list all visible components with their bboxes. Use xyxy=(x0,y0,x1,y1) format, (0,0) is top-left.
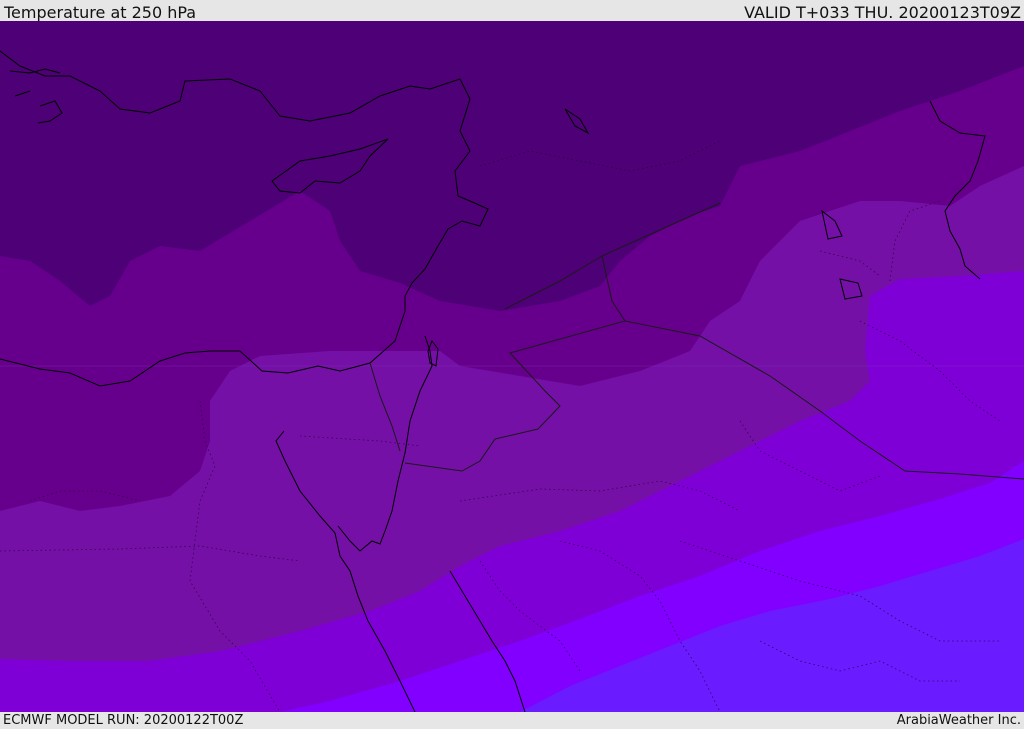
footer-bar: ECMWF MODEL RUN: 20200122T00Z ArabiaWeat… xyxy=(0,712,1024,729)
credit-label: ArabiaWeather Inc. xyxy=(896,713,1021,728)
map-canvas xyxy=(0,21,1024,712)
model-run-label: ECMWF MODEL RUN: 20200122T00Z xyxy=(3,713,244,728)
map-title: Temperature at 250 hPa xyxy=(4,3,197,22)
weather-map[interactable] xyxy=(0,21,1024,712)
valid-time: VALID T+033 THU. 20200123T09Z xyxy=(744,3,1021,22)
header-bar: Temperature at 250 hPa VALID T+033 THU. … xyxy=(0,0,1024,22)
